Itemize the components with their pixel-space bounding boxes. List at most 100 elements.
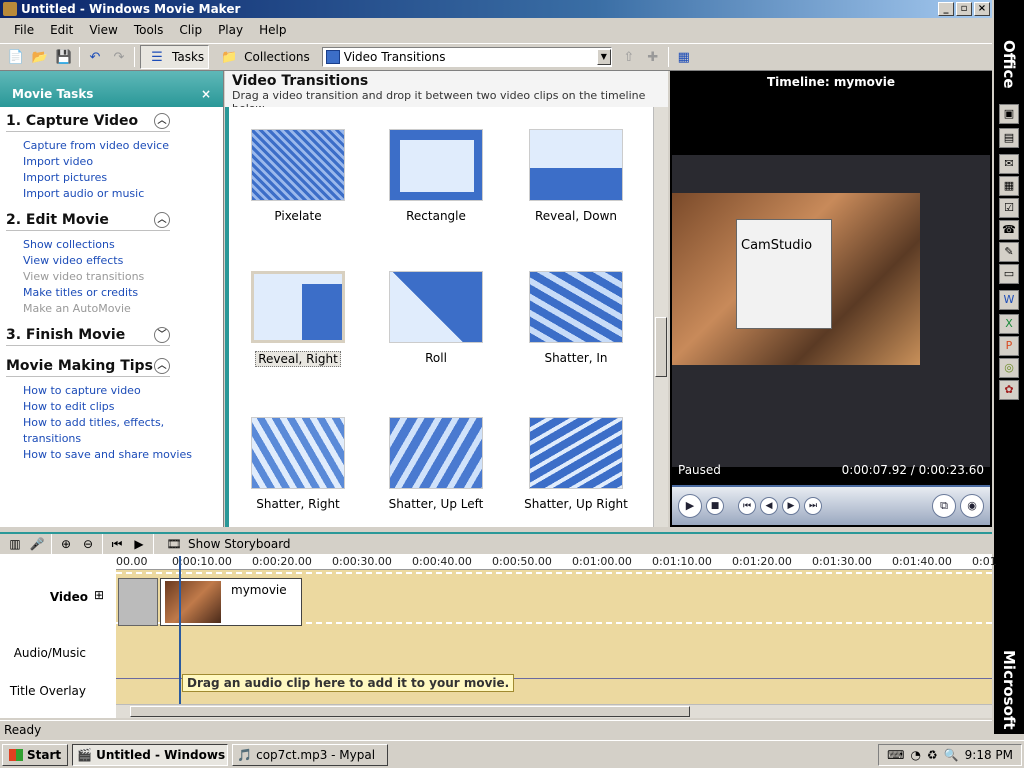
task-group-title[interactable]: 2. Edit Movie ︿ xyxy=(6,212,170,231)
taskbar-item-mypal[interactable]: 🎵 cop7ct.mp3 - Mypal xyxy=(232,743,389,766)
task-group-title[interactable]: Movie Making Tips ︿ xyxy=(6,358,170,377)
transition-slot[interactable] xyxy=(118,578,158,626)
link-how-to-edit[interactable]: How to edit clips xyxy=(23,399,217,415)
chevron-up-icon[interactable]: ︿ xyxy=(154,212,170,228)
note-icon[interactable]: ▭ xyxy=(999,264,1019,284)
transition-tile[interactable]: Pixelate xyxy=(243,129,353,223)
narrate-timeline-icon[interactable]: 🎤 xyxy=(29,536,45,552)
close-pane-icon[interactable]: × xyxy=(201,87,211,101)
tray-icon[interactable]: ◔ xyxy=(910,748,920,762)
transition-tile[interactable]: Rectangle xyxy=(381,129,491,223)
transition-tile[interactable]: Roll xyxy=(381,271,491,365)
redo-icon[interactable]: ↷ xyxy=(110,48,128,66)
restore-button[interactable]: ▫ xyxy=(956,2,972,16)
up-level-icon[interactable]: ⇧ xyxy=(620,48,638,66)
task-group-title[interactable]: 1. Capture Video ︿ xyxy=(6,113,170,132)
rewind-icon[interactable]: ◀ xyxy=(760,497,778,515)
tasks-button[interactable]: ☰ Tasks xyxy=(140,45,210,69)
office-app-icon[interactable]: ▤ xyxy=(999,128,1019,148)
save-project-icon[interactable]: 💾 xyxy=(55,48,73,66)
menu-help[interactable]: Help xyxy=(251,23,294,37)
transition-tile[interactable]: Shatter, Right xyxy=(243,417,353,511)
collections-button[interactable]: 📁 Collections xyxy=(213,46,314,68)
menu-edit[interactable]: Edit xyxy=(42,23,81,37)
link-capture-from-device[interactable]: Capture from video device xyxy=(23,138,217,154)
dropdown-arrow-icon[interactable]: ▼ xyxy=(596,49,611,65)
previous-frame-icon[interactable]: ⏮ xyxy=(738,497,756,515)
movie-tasks-pane: Movie Tasks × 1. Capture Video ︿ Capture… xyxy=(0,71,224,527)
playback-indicator[interactable] xyxy=(179,556,181,704)
forward-icon[interactable]: ▶ xyxy=(782,497,800,515)
next-frame-icon[interactable]: ⏭ xyxy=(804,497,822,515)
video-track[interactable]: mymovie xyxy=(116,572,992,626)
excel-icon[interactable]: X xyxy=(999,314,1019,334)
tray-icon[interactable]: ♻ xyxy=(927,748,938,762)
transition-tile[interactable]: Shatter, Up Right xyxy=(521,417,631,511)
stop-icon[interactable]: ■ xyxy=(706,497,724,515)
video-clip[interactable]: mymovie xyxy=(160,578,302,626)
chevron-down-icon[interactable]: ﹀ xyxy=(154,327,170,343)
timeline-ruler[interactable]: 00.00 0:00:10.00 0:00:20.00 0:00:30.00 0… xyxy=(116,554,997,570)
new-project-icon[interactable]: 📄 xyxy=(7,48,25,66)
menu-view[interactable]: View xyxy=(81,23,125,37)
powerpoint-icon[interactable]: P xyxy=(999,336,1019,356)
new-folder-icon[interactable]: ✚ xyxy=(644,48,662,66)
scrollbar-thumb[interactable] xyxy=(655,317,667,377)
close-button[interactable]: × xyxy=(974,2,990,16)
timeline: Video ⊞ Audio/Music Title Overlay 00.00 … xyxy=(0,554,997,718)
link-how-to-capture[interactable]: How to capture video xyxy=(23,383,217,399)
open-project-icon[interactable]: 📂 xyxy=(31,48,49,66)
zoom-out-icon[interactable]: ⊖ xyxy=(80,536,96,552)
take-picture-icon[interactable]: ◉ xyxy=(960,494,984,518)
contacts-icon[interactable]: ☎ xyxy=(999,220,1019,240)
undo-icon[interactable]: ↶ xyxy=(86,48,104,66)
menu-tools[interactable]: Tools xyxy=(126,23,172,37)
link-import-audio[interactable]: Import audio or music xyxy=(23,186,217,202)
link-make-titles[interactable]: Make titles or credits xyxy=(23,285,217,301)
menu-file[interactable]: File xyxy=(6,23,42,37)
taskbar-item-label: cop7ct.mp3 - Mypal xyxy=(256,747,376,762)
menu-play[interactable]: Play xyxy=(210,23,251,37)
link-import-video[interactable]: Import video xyxy=(23,154,217,170)
transition-tile[interactable]: Shatter, In xyxy=(521,271,631,365)
journal-icon[interactable]: ✎ xyxy=(999,242,1019,262)
task-group-title[interactable]: 3. Finish Movie ﹀ xyxy=(6,327,170,346)
collection-select[interactable]: Video Transitions ▼ xyxy=(321,47,612,67)
link-how-to-add-titles[interactable]: How to add titles, effects, transitions xyxy=(23,415,217,447)
keyboard-icon[interactable]: ⌨ xyxy=(887,748,904,762)
office-app-icon[interactable]: ▣ xyxy=(999,104,1019,124)
chevron-up-icon[interactable]: ︿ xyxy=(154,113,170,129)
show-storyboard-button[interactable]: 🎞 Show Storyboard xyxy=(159,534,295,554)
transition-tile[interactable]: Reveal, Right xyxy=(243,271,353,367)
transition-tile[interactable]: Shatter, Up Left xyxy=(381,417,491,511)
toolbar-divider xyxy=(79,47,80,67)
word-icon[interactable]: W xyxy=(999,290,1019,310)
views-icon[interactable]: ▦ xyxy=(675,48,693,66)
taskbar-item-moviemaker[interactable]: 🎬 Untitled - Windows ... xyxy=(72,743,229,766)
access-icon[interactable]: ✿ xyxy=(999,380,1019,400)
menu-clip[interactable]: Clip xyxy=(171,23,210,37)
link-view-video-effects[interactable]: View video effects xyxy=(23,253,217,269)
set-audio-levels-icon[interactable]: ▥ xyxy=(7,536,23,552)
play-icon[interactable]: ▶ xyxy=(678,494,702,518)
play-timeline-icon[interactable]: ▶ xyxy=(131,536,147,552)
zoom-in-icon[interactable]: ⊕ xyxy=(58,536,74,552)
outlook-icon[interactable]: ◎ xyxy=(999,358,1019,378)
link-import-pictures[interactable]: Import pictures xyxy=(23,170,217,186)
rewind-timeline-icon[interactable]: ⏮ xyxy=(109,536,125,552)
link-show-collections[interactable]: Show collections xyxy=(23,237,217,253)
calendar-icon[interactable]: ▦ xyxy=(999,176,1019,196)
transitions-scrollbar[interactable] xyxy=(653,107,668,527)
tasks-icon[interactable]: ☑ xyxy=(999,198,1019,218)
mail-icon[interactable]: ✉ xyxy=(999,154,1019,174)
link-how-to-save[interactable]: How to save and share movies xyxy=(23,447,217,463)
chevron-up-icon[interactable]: ︿ xyxy=(154,358,170,374)
search-icon[interactable]: 🔍 xyxy=(944,748,959,762)
scrollbar-thumb[interactable] xyxy=(130,706,690,717)
start-button[interactable]: Start xyxy=(2,743,69,766)
transition-tile[interactable]: Reveal, Down xyxy=(521,129,631,223)
minimize-button[interactable]: _ xyxy=(938,2,954,16)
timeline-scrollbar[interactable] xyxy=(116,704,992,718)
split-clip-icon[interactable]: ⧉ xyxy=(932,494,956,518)
expand-track-icon[interactable]: ⊞ xyxy=(94,588,104,602)
